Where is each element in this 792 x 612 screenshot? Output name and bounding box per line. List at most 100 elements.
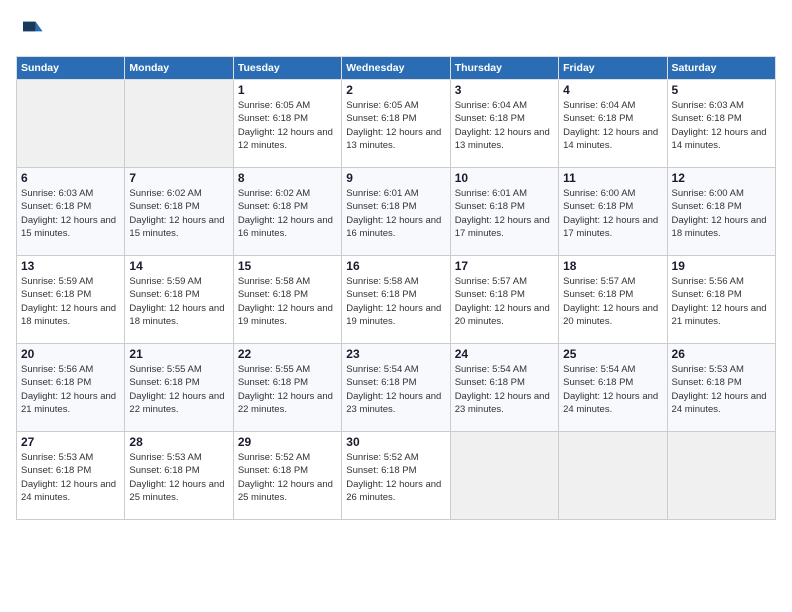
day-info: Sunrise: 5:57 AMSunset: 6:18 PMDaylight:… <box>455 275 554 328</box>
day-number: 19 <box>672 259 771 273</box>
day-info: Sunrise: 5:54 AMSunset: 6:18 PMDaylight:… <box>455 363 554 416</box>
day-number: 12 <box>672 171 771 185</box>
day-info: Sunrise: 5:56 AMSunset: 6:18 PMDaylight:… <box>672 275 771 328</box>
day-info: Sunrise: 6:02 AMSunset: 6:18 PMDaylight:… <box>129 187 228 240</box>
day-cell: 29Sunrise: 5:52 AMSunset: 6:18 PMDayligh… <box>233 432 341 520</box>
day-info: Sunrise: 5:58 AMSunset: 6:18 PMDaylight:… <box>238 275 337 328</box>
weekday-header-tuesday: Tuesday <box>233 57 341 80</box>
week-row-2: 6 Sunrise: 6:03 AMSunset: 6:18 PMDaylight… <box>17 168 776 256</box>
day-cell: 3 Sunrise: 6:04 AMSunset: 6:18 PMDaylight… <box>450 80 558 168</box>
day-cell: 1Sunrise: 6:05 AMSunset: 6:18 PMDaylight… <box>233 80 341 168</box>
logo <box>16 16 48 44</box>
day-number: 6 <box>21 171 120 185</box>
day-number: 13 <box>21 259 120 273</box>
weekday-header-saturday: Saturday <box>667 57 775 80</box>
day-info: Sunrise: 5:53 AMSunset: 6:18 PMDaylight:… <box>672 363 771 416</box>
day-cell: 14 Sunrise: 5:59 AMSunset: 6:18 PMDayligh… <box>125 256 233 344</box>
day-number: 26 <box>672 347 771 361</box>
day-cell: 16 Sunrise: 5:58 AMSunset: 6:18 PMDayligh… <box>342 256 450 344</box>
day-info: Sunrise: 5:58 AMSunset: 6:18 PMDaylight:… <box>346 275 445 328</box>
day-cell: 5 Sunrise: 6:03 AMSunset: 6:18 PMDaylight… <box>667 80 775 168</box>
day-number: 9 <box>346 171 445 185</box>
day-info: Sunrise: 5:57 AMSunset: 6:18 PMDaylight:… <box>563 275 662 328</box>
logo-icon <box>16 16 44 44</box>
day-info: Sunrise: 5:59 AMSunset: 6:18 PMDaylight:… <box>21 275 120 328</box>
day-cell: 30 Sunrise: 5:52 AMSunset: 6:18 PMDayligh… <box>342 432 450 520</box>
day-cell <box>450 432 558 520</box>
day-number: 11 <box>563 171 662 185</box>
day-info: Sunrise: 6:00 AMSunset: 6:18 PMDaylight:… <box>563 187 662 240</box>
day-cell <box>667 432 775 520</box>
day-info: Sunrise: 5:56 AMSunset: 6:18 PMDaylight:… <box>21 363 120 416</box>
day-cell: 22 Sunrise: 5:55 AMSunset: 6:18 PMDayligh… <box>233 344 341 432</box>
day-cell: 4Sunrise: 6:04 AMSunset: 6:18 PMDaylight… <box>559 80 667 168</box>
day-cell: 6 Sunrise: 6:03 AMSunset: 6:18 PMDaylight… <box>17 168 125 256</box>
day-cell: 23 Sunrise: 5:54 AMSunset: 6:18 PMDayligh… <box>342 344 450 432</box>
day-cell: 26 Sunrise: 5:53 AMSunset: 6:18 PMDayligh… <box>667 344 775 432</box>
day-cell: 28 Sunrise: 5:53 AMSunset: 6:18 PMDayligh… <box>125 432 233 520</box>
day-number: 24 <box>455 347 554 361</box>
day-number: 3 <box>455 83 554 97</box>
day-cell: 19 Sunrise: 5:56 AMSunset: 6:18 PMDayligh… <box>667 256 775 344</box>
day-cell: 15 Sunrise: 5:58 AMSunset: 6:18 PMDayligh… <box>233 256 341 344</box>
day-info: Sunrise: 5:53 AMSunset: 6:18 PMDaylight:… <box>129 451 228 504</box>
day-number: 2 <box>346 83 445 97</box>
weekday-header-wednesday: Wednesday <box>342 57 450 80</box>
day-info: Sunrise: 6:04 AMSunset: 6:18 PMDaylight:… <box>563 99 662 152</box>
day-number: 5 <box>672 83 771 97</box>
day-number: 7 <box>129 171 228 185</box>
day-cell: 27 Sunrise: 5:53 AMSunset: 6:18 PMDayligh… <box>17 432 125 520</box>
day-cell: 21Sunrise: 5:55 AMSunset: 6:18 PMDayligh… <box>125 344 233 432</box>
day-info: Sunrise: 6:00 AMSunset: 6:18 PMDaylight:… <box>672 187 771 240</box>
day-cell <box>17 80 125 168</box>
day-info: Sunrise: 5:54 AMSunset: 6:18 PMDaylight:… <box>346 363 445 416</box>
day-cell: 11 Sunrise: 6:00 AMSunset: 6:18 PMDayligh… <box>559 168 667 256</box>
day-number: 27 <box>21 435 120 449</box>
day-number: 22 <box>238 347 337 361</box>
day-number: 17 <box>455 259 554 273</box>
day-number: 28 <box>129 435 228 449</box>
day-info: Sunrise: 6:02 AMSunset: 6:18 PMDaylight:… <box>238 187 337 240</box>
day-info: Sunrise: 6:05 AMSunset: 6:18 PMDaylight:… <box>346 99 445 152</box>
day-number: 23 <box>346 347 445 361</box>
week-row-3: 13 Sunrise: 5:59 AMSunset: 6:18 PMDayligh… <box>17 256 776 344</box>
day-number: 16 <box>346 259 445 273</box>
day-cell: 20 Sunrise: 5:56 AMSunset: 6:18 PMDayligh… <box>17 344 125 432</box>
day-info: Sunrise: 5:55 AMSunset: 6:18 PMDaylight:… <box>238 363 337 416</box>
calendar-table: SundayMondayTuesdayWednesdayThursdayFrid… <box>16 56 776 520</box>
day-info: Sunrise: 6:01 AMSunset: 6:18 PMDaylight:… <box>346 187 445 240</box>
day-info: Sunrise: 6:05 AMSunset: 6:18 PMDaylight:… <box>238 99 337 152</box>
day-info: Sunrise: 6:03 AMSunset: 6:18 PMDaylight:… <box>21 187 120 240</box>
day-number: 8 <box>238 171 337 185</box>
day-cell: 8 Sunrise: 6:02 AMSunset: 6:18 PMDaylight… <box>233 168 341 256</box>
day-info: Sunrise: 5:53 AMSunset: 6:18 PMDaylight:… <box>21 451 120 504</box>
day-info: Sunrise: 6:03 AMSunset: 6:18 PMDaylight:… <box>672 99 771 152</box>
day-cell: 12 Sunrise: 6:00 AMSunset: 6:18 PMDayligh… <box>667 168 775 256</box>
week-row-1: 1Sunrise: 6:05 AMSunset: 6:18 PMDaylight… <box>17 80 776 168</box>
day-cell: 13 Sunrise: 5:59 AMSunset: 6:18 PMDayligh… <box>17 256 125 344</box>
day-info: Sunrise: 5:59 AMSunset: 6:18 PMDaylight:… <box>129 275 228 328</box>
week-row-4: 20 Sunrise: 5:56 AMSunset: 6:18 PMDayligh… <box>17 344 776 432</box>
day-number: 29 <box>238 435 337 449</box>
day-number: 25 <box>563 347 662 361</box>
day-info: Sunrise: 5:52 AMSunset: 6:18 PMDaylight:… <box>346 451 445 504</box>
day-number: 15 <box>238 259 337 273</box>
day-number: 30 <box>346 435 445 449</box>
day-info: Sunrise: 6:04 AMSunset: 6:18 PMDaylight:… <box>455 99 554 152</box>
day-number: 14 <box>129 259 228 273</box>
weekday-header-monday: Monday <box>125 57 233 80</box>
day-cell: 10Sunrise: 6:01 AMSunset: 6:18 PMDayligh… <box>450 168 558 256</box>
weekday-header-sunday: Sunday <box>17 57 125 80</box>
weekday-header-friday: Friday <box>559 57 667 80</box>
page-header <box>16 16 776 44</box>
day-cell: 24 Sunrise: 5:54 AMSunset: 6:18 PMDayligh… <box>450 344 558 432</box>
day-info: Sunrise: 5:54 AMSunset: 6:18 PMDaylight:… <box>563 363 662 416</box>
day-cell: 18Sunrise: 5:57 AMSunset: 6:18 PMDayligh… <box>559 256 667 344</box>
day-cell <box>125 80 233 168</box>
day-cell: 7 Sunrise: 6:02 AMSunset: 6:18 PMDaylight… <box>125 168 233 256</box>
weekday-header-thursday: Thursday <box>450 57 558 80</box>
day-number: 20 <box>21 347 120 361</box>
day-info: Sunrise: 6:01 AMSunset: 6:18 PMDaylight:… <box>455 187 554 240</box>
day-cell: 2 Sunrise: 6:05 AMSunset: 6:18 PMDaylight… <box>342 80 450 168</box>
calendar-body: 1Sunrise: 6:05 AMSunset: 6:18 PMDaylight… <box>17 80 776 520</box>
